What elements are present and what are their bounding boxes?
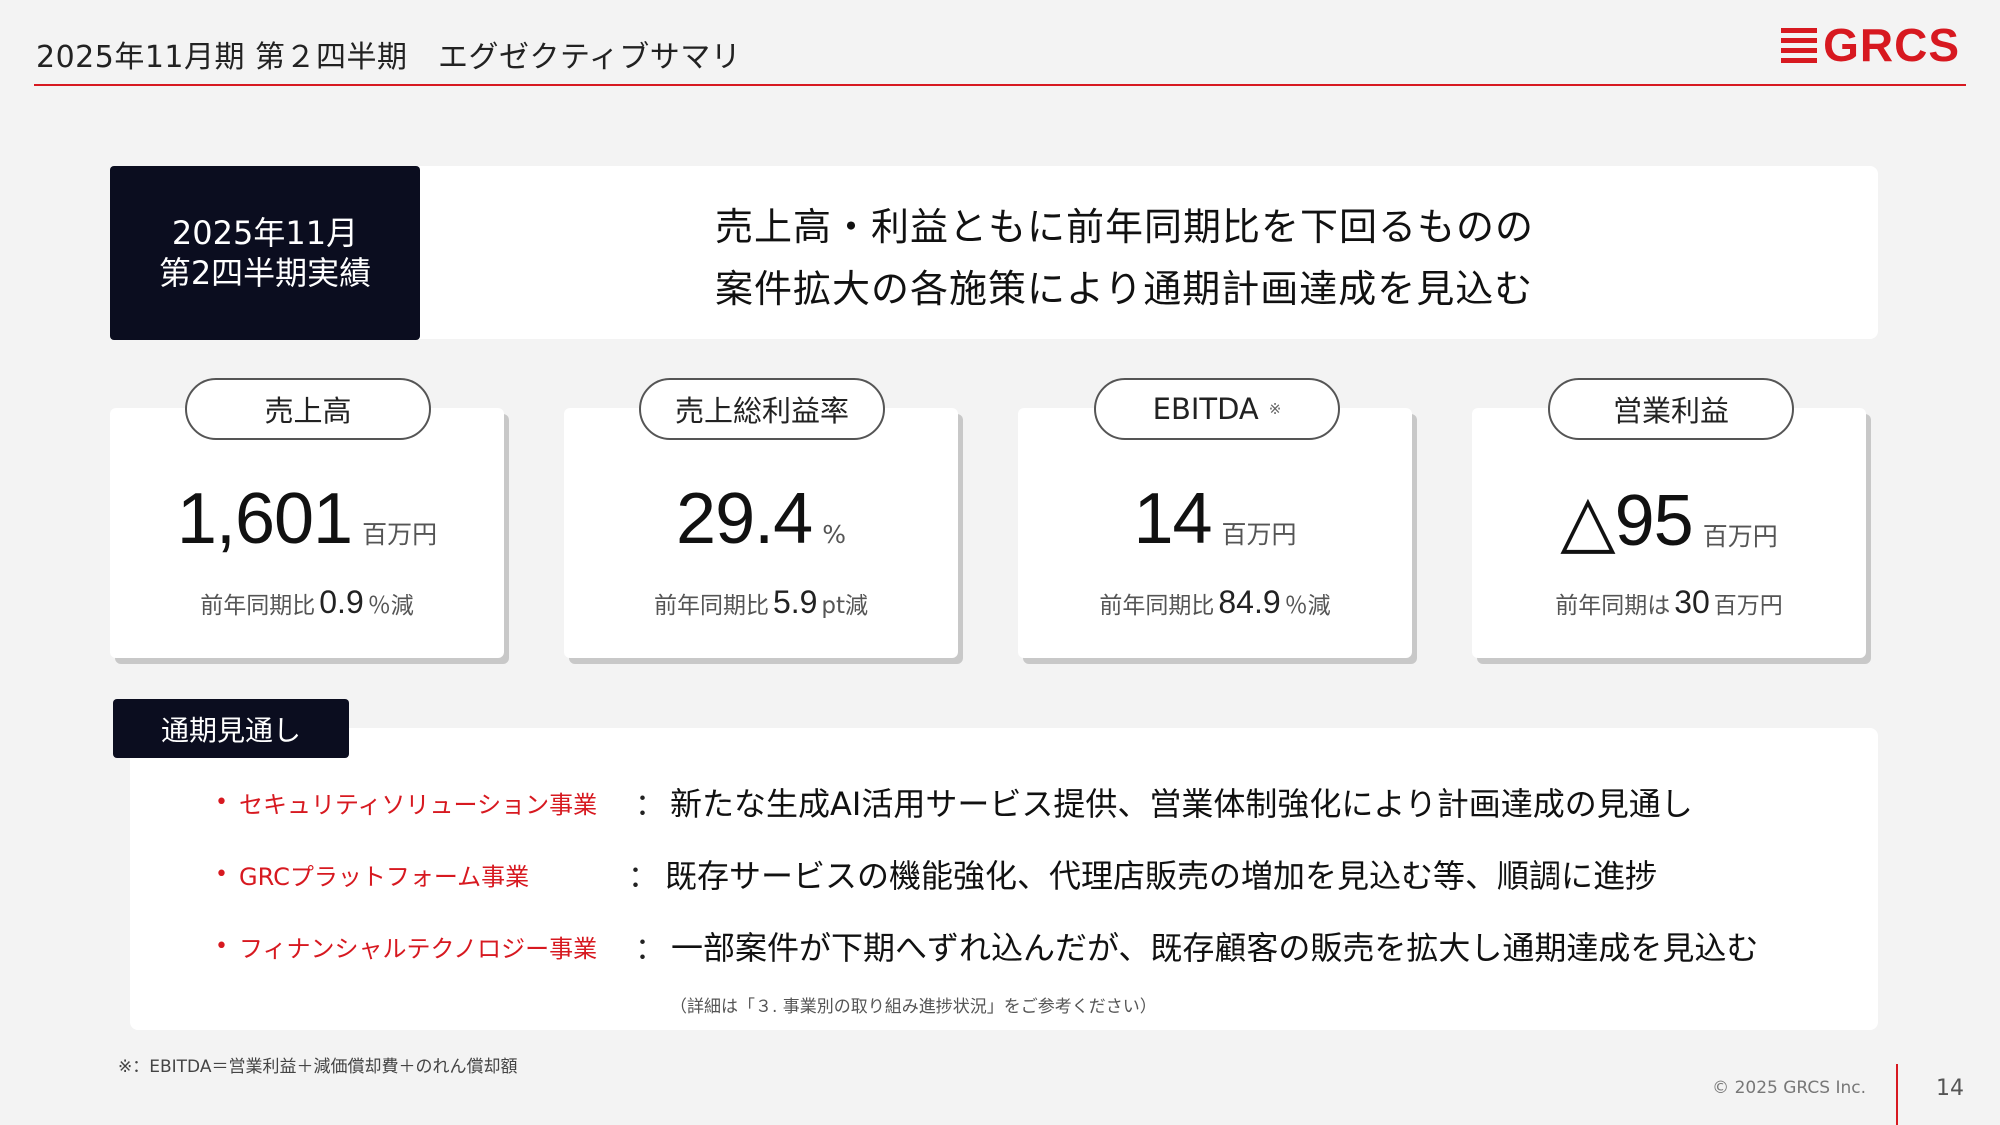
copyright: © 2025 GRCS Inc. [1712,1078,1866,1098]
kpi-sub-gross-margin: 前年同期比 5.9 pt減 [564,584,958,621]
logo-text: GRCS [1823,19,1960,71]
kpi-main-ebitda: 14 百万円 [1018,478,1412,560]
segment-name: フィナンシャルテクノロジー事業 [239,934,598,963]
outlook-label: 通期見通し [113,699,349,758]
outlook-item-security: • セキュリティソリューション事業 ： 新たな生成AI活用サービス提供、営業体制… [215,782,1693,823]
kpi-sub-sales: 前年同期比 0.9 ％減 [110,584,504,621]
outlook-item-grc-platform: • GRCプラットフォーム事業 ： 既存サービスの機能強化、代理店販売の増加を見… [215,854,1657,895]
kpi-value: △95 [1560,481,1693,561]
page-number: 14 [1936,1076,1964,1101]
separator-colon: ： [635,932,665,967]
kpi-main-sales: 1,601 百万円 [110,478,504,560]
logo-bars-icon [1781,27,1818,63]
kpi-sub-value: 84.9 [1218,584,1281,620]
kpi-label-ebitda: EBITDA ※ [1094,378,1340,440]
period-label: 2025年11月 第2四半期実績 [110,166,420,340]
kpi-main-gross-margin: 29.4% [564,478,958,560]
kpi-value: 14 [1133,479,1212,559]
ebitda-footnote: ※：EBITDA＝営業利益＋減価償却費＋のれん償却額 [118,1057,518,1077]
period-label-line1: 2025年11月 [171,214,359,252]
kpi-sub-prefix: 前年同期比 [200,593,316,619]
segment-outlook: 一部案件が下期へずれ込んだが、既存顧客の販売を拡大し通期達成を見込む [671,929,1759,967]
kpi-sub-prefix: 前年同期比 [653,593,769,619]
headline-line1: 売上高・利益ともに前年同期比を下回るものの [715,205,1535,249]
kpi-unit: 百万円 [1221,520,1297,549]
kpi-sub-value: 0.9 [319,584,364,620]
headline-line2: 案件拡大の各施策により通期計画達成を見込む [715,267,1534,311]
kpi-label-text: 売上総利益率 [674,394,849,428]
grcs-logo: GRCS [1781,22,1960,68]
kpi-main-operating-profit: △95 百万円 [1472,478,1866,562]
kpi-sub-prefix: 前年同期は [1555,593,1671,619]
bullet-icon: • [215,933,228,959]
header-divider [34,84,1966,86]
kpi-label-footnote-mark: ※ [1268,400,1282,418]
outlook-item-fintech: • フィナンシャルテクノロジー事業 ： 一部案件が下期へずれ込んだが、既存顧客の… [215,926,1758,967]
separator-colon: ： [628,860,658,895]
kpi-label-text: 営業利益 [1612,394,1729,428]
kpi-unit: % [822,520,846,549]
segment-outlook: 既存サービスの機能強化、代理店販売の増加を見込む等、順調に進捗 [665,857,1658,895]
kpi-sub-suffix: pt減 [821,593,869,619]
kpi-label-operating-profit: 営業利益 [1548,378,1794,440]
kpi-unit: 百万円 [1702,522,1778,551]
headline-text: 売上高・利益ともに前年同期比を下回るものの 案件拡大の各施策により通期計画達成を… [715,196,1815,320]
kpi-sub-operating-profit: 前年同期は 30 百万円 [1472,584,1866,621]
kpi-sub-value: 5.9 [772,584,818,620]
segment-name: GRCプラットフォーム事業 [239,862,530,891]
kpi-unit: 百万円 [362,520,438,549]
kpi-sub-prefix: 前年同期比 [1099,593,1215,619]
page-title: 2025年11月期 第２四半期 エグゼクティブサマリ [36,40,742,75]
bullet-icon: • [215,789,228,815]
separator-colon: ： [635,788,665,823]
segment-outlook: 新たな生成AI活用サービス提供、営業体制強化により計画達成の見通し [670,785,1693,823]
details-note: （詳細は「３. 事業別の取り組み進捗状況」をご参考ください） [670,997,1157,1017]
page-number-divider [1896,1064,1898,1125]
kpi-label-text: EBITDA [1152,392,1259,426]
kpi-value: 29.4 [676,479,813,559]
kpi-value: 1,601 [176,479,353,559]
segment-name: セキュリティソリューション事業 [239,790,598,819]
kpi-sub-suffix: ％減 [1284,593,1331,619]
kpi-label-text: 売上高 [264,394,352,428]
kpi-sub-value: 30 [1674,584,1710,620]
kpi-label-sales: 売上高 [185,378,431,440]
kpi-sub-suffix: ％減 [367,593,414,619]
period-label-line2: 第2四半期実績 [158,254,372,292]
bullet-icon: • [215,861,228,887]
kpi-sub-ebitda: 前年同期比 84.9 ％減 [1018,584,1412,621]
kpi-label-gross-margin: 売上総利益率 [639,378,885,440]
kpi-sub-suffix: 百万円 [1713,593,1783,619]
